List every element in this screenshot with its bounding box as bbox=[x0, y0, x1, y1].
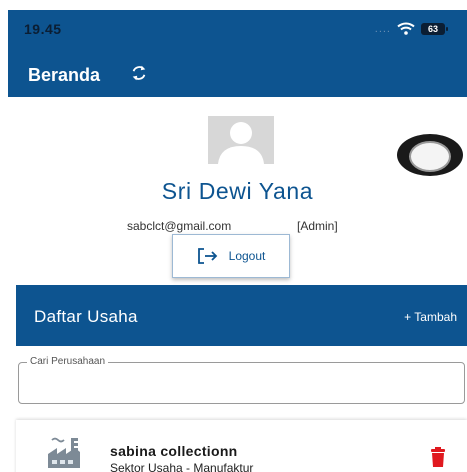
battery-icon: 63 bbox=[421, 22, 448, 35]
app-bar: 19.45 .... 63 Beranda bbox=[8, 10, 467, 97]
business-name: sabina collectionn bbox=[110, 443, 238, 459]
page-title: Beranda bbox=[28, 65, 101, 85]
user-avatar-icon bbox=[208, 116, 274, 164]
factory-icon bbox=[48, 437, 80, 468]
add-business-button[interactable]: + Tambah bbox=[404, 310, 457, 324]
logout-button[interactable]: Logout bbox=[172, 234, 290, 278]
list-item[interactable]: sabina collectionn Sektor Usaha - Manufa… bbox=[16, 420, 467, 472]
signal-dots: .... bbox=[374, 22, 391, 35]
app-screen: 19.45 .... 63 Beranda Sri Dewi Yana sabc… bbox=[8, 10, 467, 472]
search-input[interactable] bbox=[25, 373, 459, 395]
user-role: [Admin] bbox=[297, 219, 338, 233]
user-name: Sri Dewi Yana bbox=[161, 178, 314, 204]
logout-label: Logout bbox=[228, 249, 266, 263]
business-list-title: Daftar Usaha bbox=[34, 307, 138, 326]
toggle-knob bbox=[409, 141, 451, 172]
logout-icon bbox=[197, 248, 217, 264]
business-list-header: Daftar Usaha + Tambah bbox=[16, 285, 467, 346]
status-time: 19.45 bbox=[24, 21, 62, 37]
search-label: Cari Perusahaan bbox=[27, 356, 109, 367]
trash-icon[interactable] bbox=[430, 447, 446, 467]
refresh-icon[interactable] bbox=[130, 64, 148, 82]
user-email: sabclct@gmail.com bbox=[127, 219, 232, 233]
business-sector: Sektor Usaha - Manufaktur bbox=[110, 461, 254, 472]
status-indicators: .... 63 bbox=[374, 22, 448, 35]
company-search-field[interactable]: Cari Perusahaan bbox=[18, 356, 465, 404]
theme-toggle[interactable] bbox=[397, 134, 463, 176]
wifi-icon bbox=[397, 22, 415, 35]
